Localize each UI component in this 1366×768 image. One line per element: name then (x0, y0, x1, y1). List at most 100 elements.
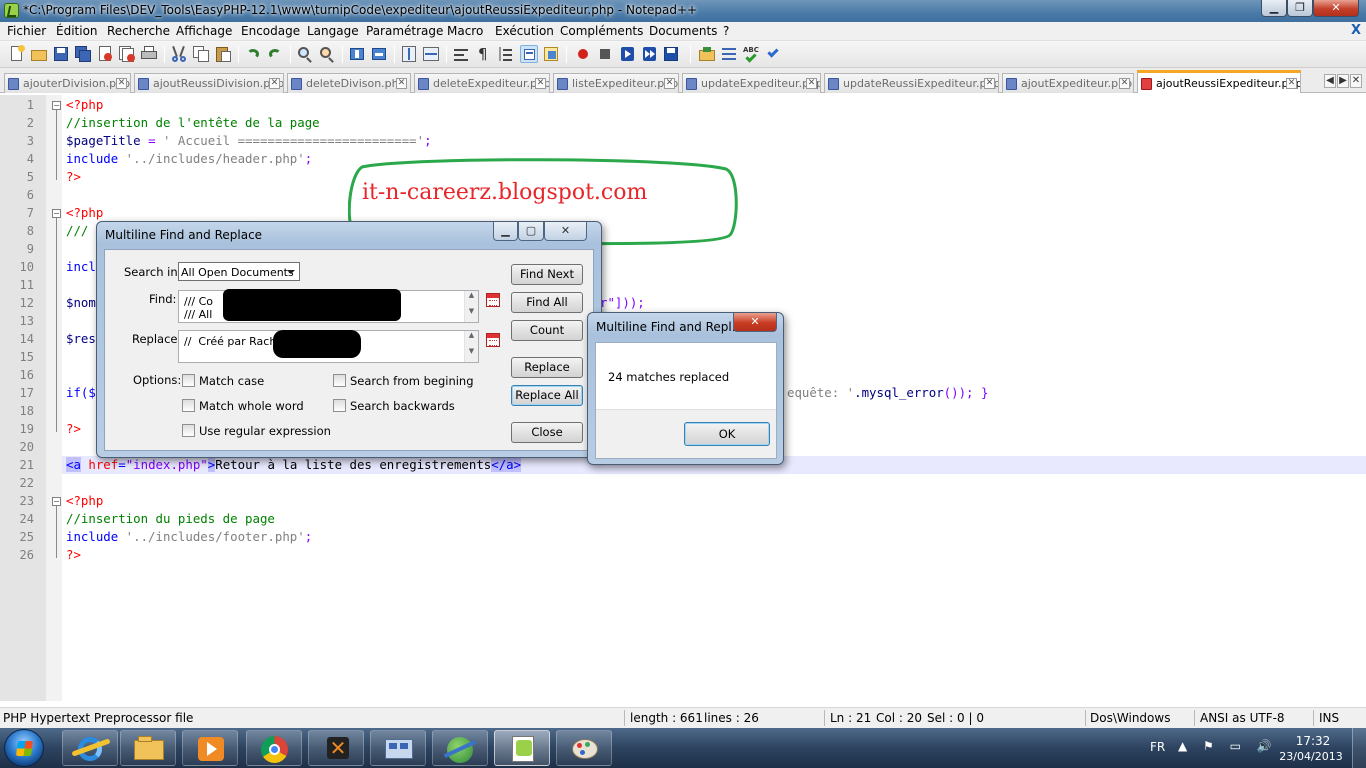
match-case-checkbox[interactable] (182, 374, 195, 387)
xampp-icon[interactable]: ✕ (308, 730, 364, 766)
find-next-button[interactable]: Find Next (511, 264, 583, 285)
tab-close-icon[interactable]: ✕ (116, 78, 127, 89)
sync-vertical-icon[interactable] (400, 45, 418, 63)
input-language-indicator[interactable]: FR (1150, 740, 1165, 754)
network-icon[interactable] (432, 730, 488, 766)
save-macro-icon[interactable] (662, 45, 680, 63)
menu-affichage[interactable]: Affichage (176, 24, 232, 38)
menu-macro[interactable]: Macro (447, 24, 483, 38)
menu-documents[interactable]: Documents (649, 24, 717, 38)
spell-check-icon[interactable]: ABC (742, 45, 760, 63)
find-icon[interactable] (296, 45, 314, 63)
search-backwards-checkbox[interactable] (333, 399, 346, 412)
start-button[interactable] (4, 729, 44, 767)
count-button[interactable]: Count (511, 320, 583, 341)
spell-check-auto-icon[interactable] (764, 45, 782, 63)
tab-close-icon[interactable]: ✕ (535, 78, 546, 89)
close-button[interactable]: Close (511, 422, 583, 443)
dialog-maximize-button[interactable]: ▢ (518, 222, 544, 241)
match-whole-word-checkbox[interactable] (182, 399, 195, 412)
tab-listeexpediteur[interactable]: listeExpediteur.php ✕ (553, 73, 679, 93)
tab-deleteexpediteur[interactable]: deleteExpediteur.php ✕ (414, 73, 550, 93)
save-all-icon[interactable] (74, 45, 92, 63)
tab-close-icon[interactable]: ✕ (396, 78, 407, 89)
zoom-in-icon[interactable] (348, 45, 366, 63)
open-file-icon[interactable] (30, 45, 48, 63)
stop-macro-icon[interactable] (596, 45, 614, 63)
clock-date[interactable]: 23/04/2013 (1278, 750, 1344, 763)
indent-guide-icon[interactable] (496, 45, 514, 63)
replace-button[interactable]: Replace (511, 357, 583, 378)
maximize-button[interactable]: ❐ (1287, 0, 1313, 17)
ok-button[interactable]: OK (684, 422, 770, 446)
menu-parametrage[interactable]: Paramétrage (366, 24, 443, 38)
close-window-button[interactable]: ✕ (1313, 0, 1359, 17)
replace-icon[interactable] (318, 45, 336, 63)
run-macro-multiple-icon[interactable] (640, 45, 658, 63)
tab-ajoutexpediteur[interactable]: ajoutExpediteur.php ✕ (1002, 73, 1134, 93)
tab-ajoutreussidivision[interactable]: ajoutReussiDivision.php ✕ (134, 73, 284, 93)
menu-execution[interactable]: Exécution (495, 24, 554, 38)
tab-close-all-icon[interactable]: ✕ (1350, 74, 1362, 88)
menu-edition[interactable]: Édition (56, 24, 98, 38)
fold-toggle-icon[interactable]: − (52, 101, 61, 110)
undo-icon[interactable] (244, 45, 262, 63)
explorer-icon[interactable] (698, 45, 716, 63)
new-file-icon[interactable] (8, 45, 26, 63)
internet-explorer-icon[interactable] (62, 730, 118, 766)
replace-all-button[interactable]: Replace All (511, 385, 583, 406)
tab-updateexpediteur[interactable]: updateExpediteur.php ✕ (682, 73, 821, 93)
notification-area-icons[interactable]: ▲ ⚑ ▭ 🔊 (1178, 739, 1278, 753)
tab-ajoutreussiexpediteur[interactable]: ajoutReussiExpediteur.php ✕ (1137, 70, 1301, 93)
show-desktop-button[interactable] (1352, 728, 1366, 768)
minimize-button[interactable]: ▁ (1261, 0, 1287, 17)
chrome-icon[interactable] (246, 730, 302, 766)
doc-map-icon[interactable] (542, 45, 560, 63)
tab-close-icon[interactable]: ✕ (269, 78, 280, 89)
find-scrollbar[interactable]: ▲ ▼ (464, 291, 478, 322)
copy-icon[interactable] (192, 45, 210, 63)
save-icon[interactable] (52, 45, 70, 63)
media-player-icon[interactable] (182, 730, 238, 766)
close-document-icon[interactable]: X (1351, 23, 1361, 38)
paint-icon[interactable] (556, 730, 612, 766)
redo-icon[interactable] (266, 45, 284, 63)
cut-icon[interactable] (170, 45, 188, 63)
close-all-icon[interactable] (118, 45, 136, 63)
clock-time[interactable]: 17:32 (1286, 734, 1340, 748)
search-from-beginning-checkbox[interactable] (333, 374, 346, 387)
tab-updatereussiexpediteur[interactable]: updateReussiExpediteur.php ✕ (824, 73, 999, 93)
search-in-select[interactable]: All Open Documents (178, 262, 300, 281)
print-icon[interactable] (140, 45, 158, 63)
menu-help[interactable]: ? (723, 24, 729, 38)
replace-scrollbar[interactable]: ▲ ▼ (464, 331, 478, 362)
sync-horizontal-icon[interactable] (422, 45, 440, 63)
user-language-icon[interactable] (520, 45, 538, 63)
use-regex-checkbox[interactable] (182, 424, 195, 437)
tab-close-icon[interactable]: ✕ (1119, 78, 1130, 89)
paste-icon[interactable] (214, 45, 232, 63)
control-panel-icon[interactable] (370, 730, 426, 766)
message-box-close-button[interactable]: ✕ (733, 313, 777, 332)
zoom-out-icon[interactable] (370, 45, 388, 63)
menu-encodage[interactable]: Encodage (241, 24, 300, 38)
show-all-chars-icon[interactable]: ¶ (474, 45, 492, 63)
replace-field[interactable]: // Créé par Rach ▲ ▼ (178, 330, 479, 363)
tab-scroll-right-icon[interactable]: ▶ (1337, 74, 1349, 88)
fold-toggle-icon[interactable]: − (52, 497, 61, 506)
function-list-icon[interactable] (720, 45, 738, 63)
fold-toggle-icon[interactable]: − (52, 209, 61, 218)
menu-fichier[interactable]: Fichier (7, 24, 46, 38)
close-file-icon[interactable] (96, 45, 114, 63)
tab-close-icon[interactable]: ✕ (806, 78, 817, 89)
find-history-icon[interactable] (486, 293, 500, 307)
tab-close-icon[interactable]: ✕ (1286, 78, 1297, 89)
dialog-minimize-button[interactable]: ▁ (493, 222, 518, 241)
find-all-button[interactable]: Find All (511, 292, 583, 313)
menu-complements[interactable]: Compléments (560, 24, 643, 38)
windows-explorer-icon[interactable] (120, 730, 176, 766)
play-macro-icon[interactable] (618, 45, 636, 63)
dialog-close-button[interactable]: ✕ (544, 222, 587, 241)
tab-ajouterdivision[interactable]: ajouterDivision.php ✕ (4, 73, 131, 93)
menu-langage[interactable]: Langage (307, 24, 359, 38)
